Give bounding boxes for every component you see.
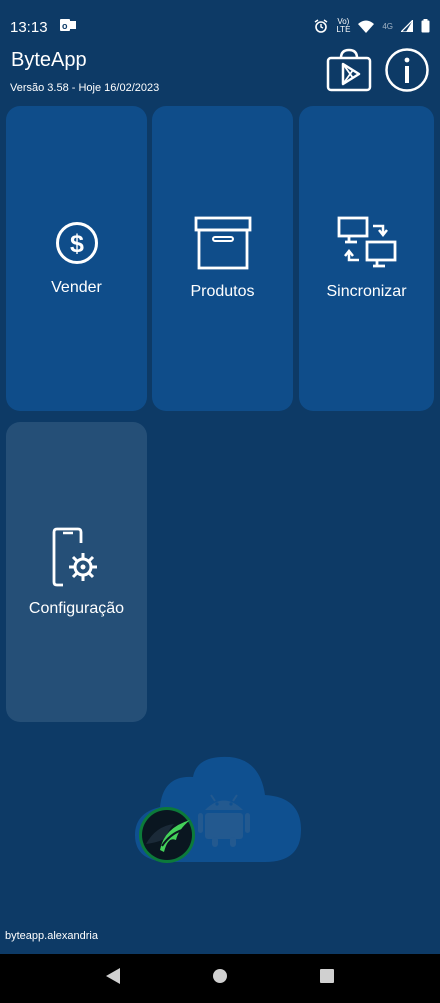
volte-indicator: Vo) LTE [336, 17, 351, 34]
phone-settings-icon [51, 527, 103, 592]
vender-label: Vender [51, 279, 102, 296]
app-title: ByteApp [11, 49, 87, 71]
produtos-tile[interactable]: Produtos [152, 106, 293, 411]
app-version: Versão 3.58 - Hoje 16/02/2023 [10, 82, 160, 94]
sync-icon [337, 216, 397, 275]
configuracao-tile[interactable]: Configuração [6, 422, 147, 722]
vender-tile[interactable]: $ Vender [6, 106, 147, 411]
status-time: 13:13 [10, 18, 48, 36]
play-store-icon [325, 46, 373, 99]
home-icon [212, 968, 228, 989]
home-button[interactable] [200, 959, 240, 999]
status-right: Vo) LTE 4G [314, 18, 430, 34]
dollar-icon: $ [54, 220, 100, 271]
nav-bar [0, 954, 440, 1003]
network-type: 4G [382, 21, 393, 31]
status-bar: 13:13 o Vo) LTE 4G [0, 0, 440, 52]
play-store-button[interactable] [325, 48, 373, 96]
status-left: 13:13 o [10, 18, 76, 36]
alarm-icon [314, 19, 328, 33]
back-button[interactable] [93, 959, 133, 999]
configuracao-label: Configuração [28, 599, 125, 617]
signal-icon [401, 20, 413, 32]
produtos-label: Produtos [190, 283, 255, 300]
svg-text:o: o [62, 21, 68, 31]
outlook-notification-icon: o [59, 18, 76, 36]
recents-button[interactable] [307, 959, 347, 999]
recents-icon [319, 968, 335, 989]
battery-icon [421, 19, 430, 33]
svg-text:$: $ [70, 230, 84, 258]
byte-logo-icon [138, 806, 196, 864]
wifi-icon [358, 20, 375, 33]
box-icon [194, 216, 252, 275]
package-name: byteapp.alexandria [5, 930, 98, 942]
sincronizar-tile[interactable]: Sincronizar [299, 106, 434, 411]
sincronizar-label: Sincronizar [326, 283, 407, 300]
info-icon [384, 47, 430, 98]
back-icon [105, 967, 121, 990]
info-button[interactable] [383, 47, 431, 98]
